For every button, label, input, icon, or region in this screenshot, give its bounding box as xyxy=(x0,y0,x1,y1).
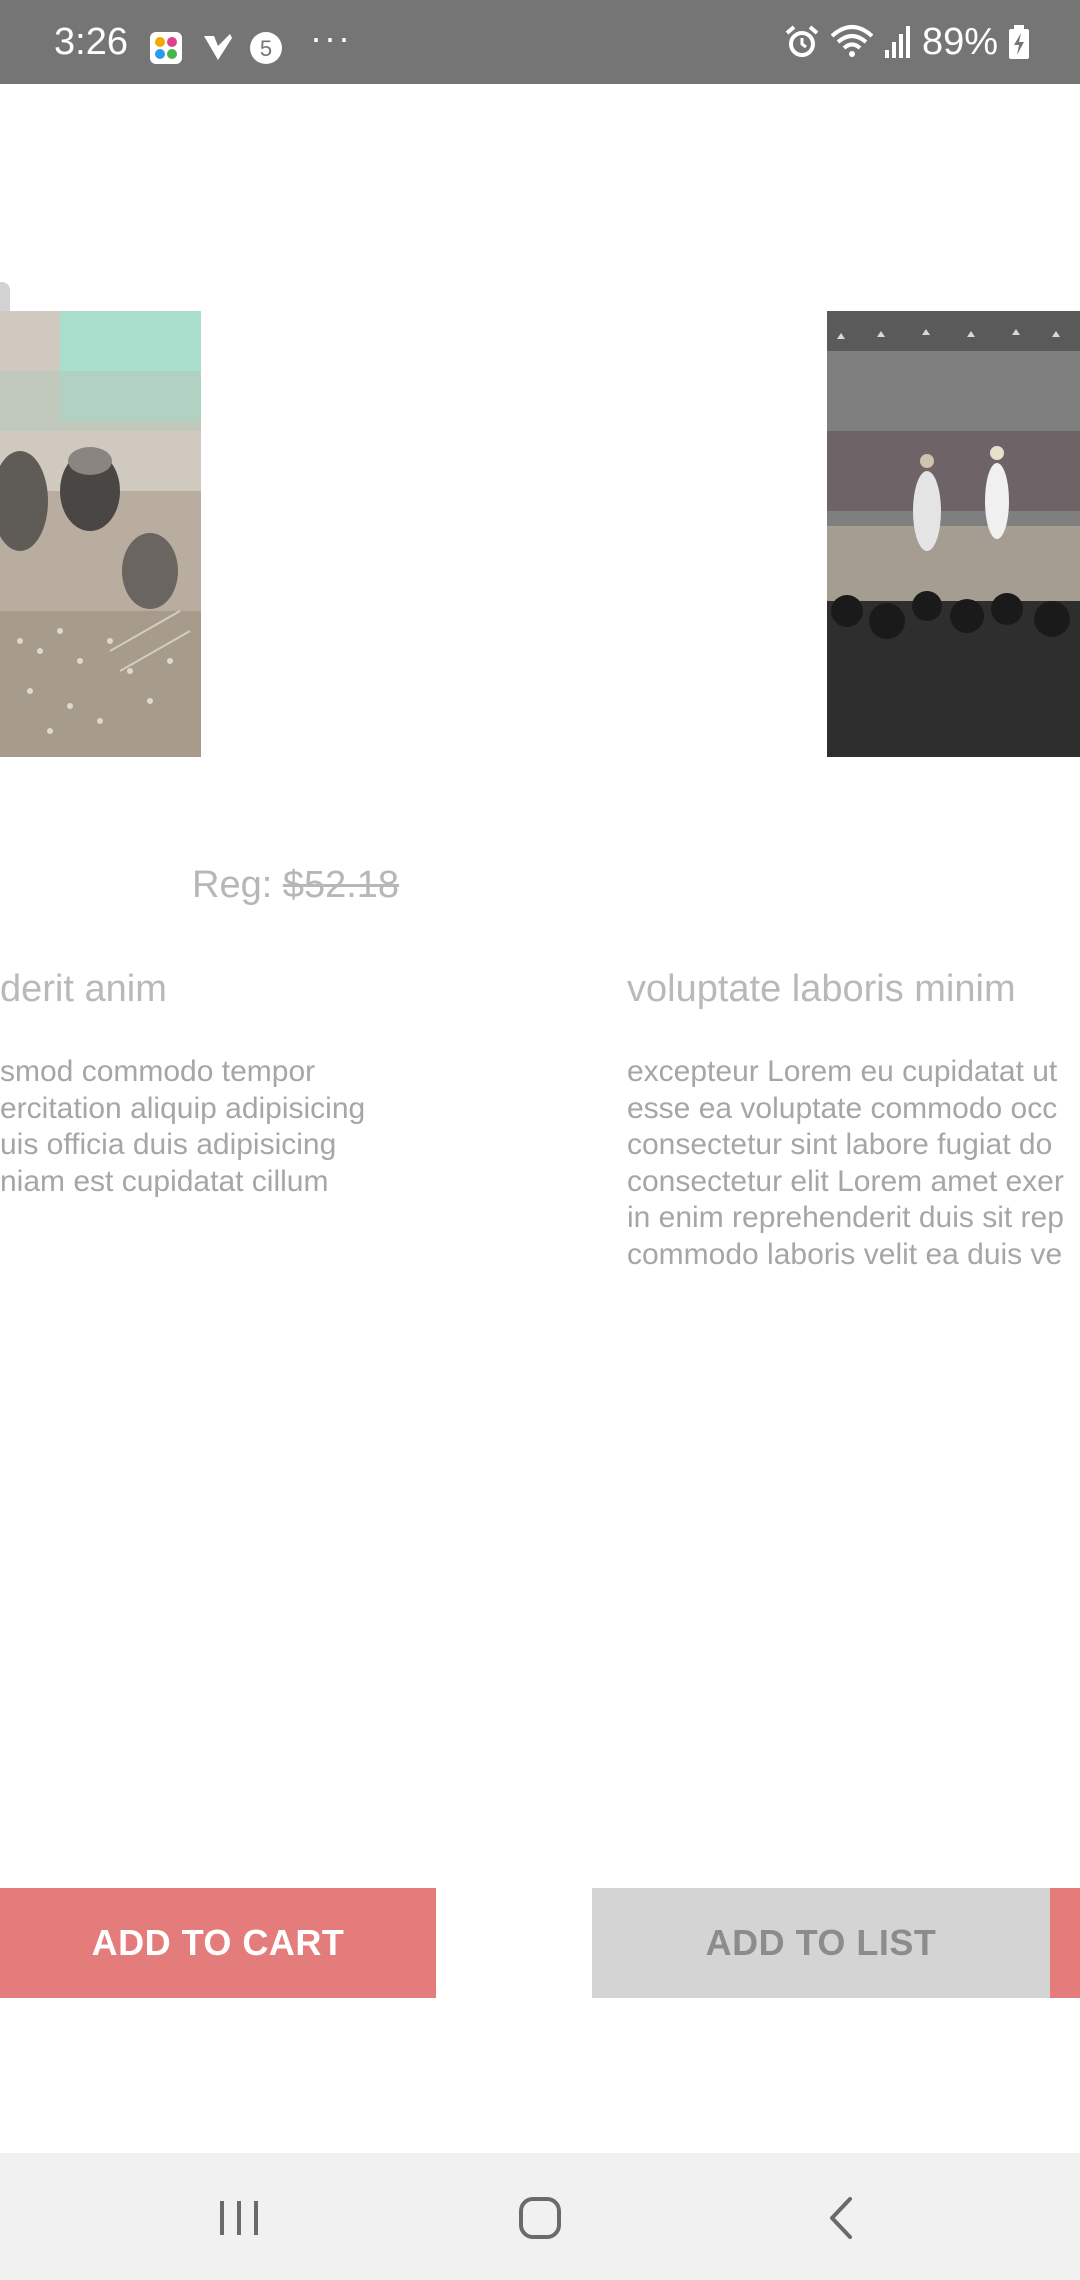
back-icon[interactable] xyxy=(808,2183,878,2253)
price-value: $52.18 xyxy=(282,864,400,906)
battery-charging-icon xyxy=(1009,25,1029,59)
check-notification-icon xyxy=(204,34,232,60)
product-title: derit anim xyxy=(0,968,167,1010)
status-indicators: 89% xyxy=(784,20,1030,64)
product-image-runway[interactable] xyxy=(827,311,1080,757)
add-to-cart-button[interactable]: ADD TO CART xyxy=(0,1888,436,1998)
price-label: Reg: xyxy=(192,864,283,906)
system-nav-bar xyxy=(0,2153,1080,2280)
home-icon[interactable] xyxy=(505,2183,575,2253)
svg-text:5: 5 xyxy=(260,36,272,61)
recents-icon[interactable] xyxy=(204,2183,274,2253)
product-screen: 3:26 5 ··· 89% Reg: $52.18 derit anim vo… xyxy=(0,0,1080,2280)
description-line: commodo laboris velit ea duis ve xyxy=(627,1237,1063,1271)
description-line: uis officia duis adipisicing xyxy=(0,1128,337,1161)
five-notification-icon: 5 xyxy=(250,32,282,64)
regular-price: Reg: $52.18 xyxy=(192,858,399,912)
description-line: ercitation aliquip adipisicing xyxy=(0,1091,366,1125)
more-notifications-icon: ··· xyxy=(310,17,352,58)
add-to-list-button[interactable]: ADD TO LIST xyxy=(592,1888,1050,1998)
description-line: niam est cupidatat cillum xyxy=(0,1164,329,1198)
description-line: esse ea voluptate commodo occ xyxy=(627,1091,1058,1125)
description-line: consectetur elit Lorem amet exer xyxy=(627,1164,1064,1198)
description-line: excepteur Lorem eu cupidatat ut xyxy=(627,1055,1058,1088)
product-image-circuit-board[interactable] xyxy=(0,311,201,757)
signal-icon xyxy=(884,26,910,58)
status-bar: 3:26 5 ··· 89% xyxy=(0,0,1080,84)
product-description: excepteur Lorem eu cupidatat ut esse ea … xyxy=(627,1054,1080,1273)
description-line: consectetur sint labore fugiat do xyxy=(627,1128,1053,1161)
product-description: smod commodo tempor ercitation aliquip a… xyxy=(0,1054,400,1200)
wifi-icon xyxy=(830,25,874,57)
alarm-icon xyxy=(785,25,819,57)
description-line: in enim reprehenderit duis sit rep xyxy=(627,1201,1064,1234)
description-line: smod commodo tempor xyxy=(0,1055,316,1088)
app-notification-icon xyxy=(150,32,182,64)
product-title: voluptate laboris minim xyxy=(627,968,1016,1010)
battery-percentage: 89% xyxy=(921,21,998,63)
next-add-to-cart-button[interactable] xyxy=(1050,1888,1080,1998)
status-time: 3:26 xyxy=(54,21,128,63)
